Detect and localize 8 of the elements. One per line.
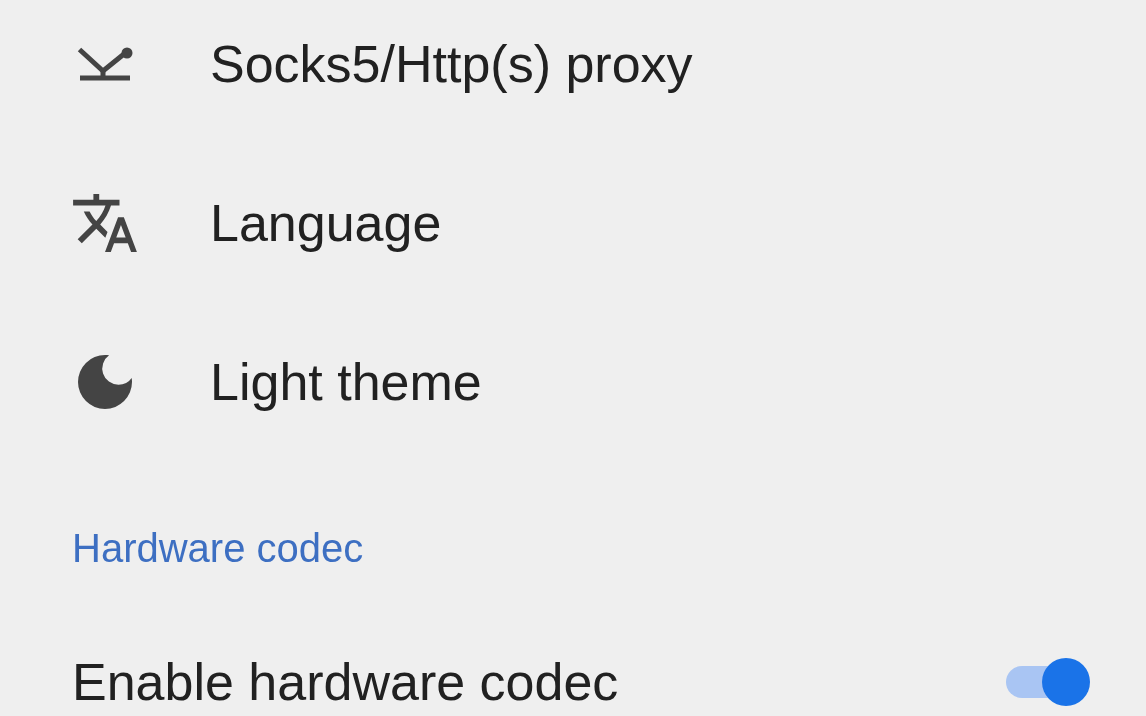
setting-label: Enable hardware codec <box>72 652 619 712</box>
settings-item[interactable]: Language <box>0 159 1146 287</box>
moon-icon <box>78 355 132 409</box>
section-header: Hardware codec <box>72 525 364 572</box>
fork-line-icon <box>77 47 133 81</box>
translate-icon <box>73 194 137 252</box>
settings-item[interactable]: Light theme <box>0 318 1146 446</box>
settings-item[interactable]: Socks5/Http(s) proxy <box>0 0 1146 128</box>
